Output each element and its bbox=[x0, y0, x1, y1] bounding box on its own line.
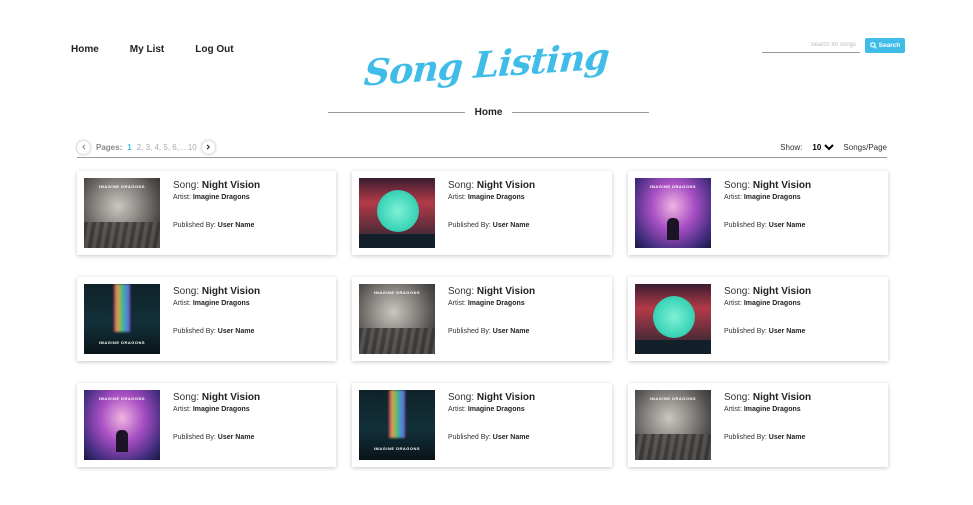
song-info: Song: Night Vision Artist: Imagine Drago… bbox=[448, 178, 535, 248]
song-card[interactable]: IMAGINE DRAGONS Song: Night Vision Artis… bbox=[77, 277, 336, 361]
song-card[interactable]: Song: Night Vision Artist: Imagine Drago… bbox=[352, 171, 612, 255]
song-info: Song: Night Vision Artist: Imagine Drago… bbox=[173, 284, 260, 354]
album-cover: IMAGINE DRAGONS bbox=[84, 390, 160, 460]
cover-band-text: IMAGINE DRAGONS bbox=[98, 396, 146, 401]
search-button[interactable]: Search bbox=[865, 38, 905, 53]
song-info: Song: Night Vision Artist: Imagine Drago… bbox=[448, 284, 535, 354]
album-cover: IMAGINE DRAGONS bbox=[84, 178, 160, 248]
album-cover: IMAGINE DRAGONS bbox=[84, 284, 160, 354]
next-page-button[interactable] bbox=[201, 140, 215, 154]
album-cover bbox=[359, 178, 435, 248]
album-cover: IMAGINE DRAGONS bbox=[635, 390, 711, 460]
song-publisher: Published By: User Name bbox=[173, 434, 255, 441]
song-publisher: Published By: User Name bbox=[448, 434, 530, 441]
song-publisher: Published By: User Name bbox=[448, 222, 530, 229]
song-card[interactable]: IMAGINE DRAGONS Song: Night Vision Artis… bbox=[628, 383, 888, 467]
song-publisher: Published By: User Name bbox=[724, 434, 806, 441]
song-info: Song: Night Vision Artist: Imagine Drago… bbox=[724, 178, 811, 248]
pagination-bar: Pages: 1 2, 3, 4, 5, 6,... 10 Show: 10 S… bbox=[77, 138, 887, 158]
cover-band-text: IMAGINE DRAGONS bbox=[649, 184, 697, 189]
song-artist: Artist: Imagine Dragons bbox=[173, 194, 250, 201]
song-artist: Artist: Imagine Dragons bbox=[724, 406, 801, 413]
cover-band-text: IMAGINE DRAGONS bbox=[98, 184, 146, 189]
song-artist: Artist: Imagine Dragons bbox=[448, 406, 525, 413]
page-size: Show: 10 Songs/Page bbox=[780, 141, 887, 153]
album-cover bbox=[635, 284, 711, 354]
breadcrumb-divider-left bbox=[328, 112, 465, 113]
song-card[interactable]: Song: Night Vision Artist: Imagine Drago… bbox=[628, 277, 888, 361]
song-card[interactable]: IMAGINE DRAGONS Song: Night Vision Artis… bbox=[352, 383, 612, 467]
song-title: Song: Night Vision bbox=[173, 392, 261, 403]
song-publisher: Published By: User Name bbox=[173, 328, 255, 335]
song-title: Song: Night Vision bbox=[448, 392, 536, 403]
pages-label: Pages: bbox=[96, 142, 123, 152]
song-grid: IMAGINE DRAGONS Song: Night Vision Artis… bbox=[77, 171, 889, 467]
song-info: Song: Night Vision Artist: Imagine Drago… bbox=[173, 178, 260, 248]
album-cover: IMAGINE DRAGONS bbox=[635, 178, 711, 248]
song-card[interactable]: IMAGINE DRAGONS Song: Night Vision Artis… bbox=[628, 171, 888, 255]
cover-band-text: IMAGINE DRAGONS bbox=[373, 446, 421, 451]
song-artist: Artist: Imagine Dragons bbox=[173, 406, 250, 413]
chevron-left-icon bbox=[81, 144, 85, 150]
song-info: Song: Night Vision Artist: Imagine Drago… bbox=[724, 390, 811, 460]
song-artist: Artist: Imagine Dragons bbox=[724, 300, 801, 307]
cover-band-text: IMAGINE DRAGONS bbox=[98, 340, 146, 345]
page-size-select[interactable]: 10 bbox=[808, 141, 838, 153]
search-bar: Search bbox=[762, 38, 905, 53]
show-label: Show: bbox=[780, 142, 803, 152]
album-cover: IMAGINE DRAGONS bbox=[359, 284, 435, 354]
pagination: Pages: 1 2, 3, 4, 5, 6,... 10 bbox=[77, 140, 215, 154]
search-button-label: Search bbox=[878, 42, 901, 49]
song-title: Song: Night Vision bbox=[724, 180, 812, 191]
song-artist: Artist: Imagine Dragons bbox=[448, 300, 525, 307]
song-card[interactable]: IMAGINE DRAGONS Song: Night Vision Artis… bbox=[77, 171, 336, 255]
search-input[interactable] bbox=[762, 38, 860, 53]
song-publisher: Published By: User Name bbox=[724, 328, 806, 335]
song-title: Song: Night Vision bbox=[448, 286, 536, 297]
chevron-right-icon bbox=[206, 144, 211, 150]
song-publisher: Published By: User Name bbox=[448, 328, 530, 335]
song-info: Song: Night Vision Artist: Imagine Drago… bbox=[724, 284, 811, 354]
song-title: Song: Night Vision bbox=[724, 392, 812, 403]
song-title: Song: Night Vision bbox=[448, 180, 536, 191]
song-card[interactable]: IMAGINE DRAGONS Song: Night Vision Artis… bbox=[352, 277, 612, 361]
song-publisher: Published By: User Name bbox=[173, 222, 255, 229]
breadcrumb-divider-right bbox=[512, 112, 650, 113]
song-title: Song: Night Vision bbox=[173, 286, 261, 297]
song-publisher: Published By: User Name bbox=[724, 222, 806, 229]
song-artist: Artist: Imagine Dragons bbox=[724, 194, 801, 201]
breadcrumb: Home bbox=[328, 107, 650, 118]
prev-page-button[interactable] bbox=[77, 140, 90, 154]
song-info: Song: Night Vision Artist: Imagine Drago… bbox=[448, 390, 535, 460]
song-title: Song: Night Vision bbox=[724, 286, 812, 297]
song-title: Song: Night Vision bbox=[173, 180, 261, 191]
logo-text: Song Listing bbox=[362, 35, 611, 95]
song-artist: Artist: Imagine Dragons bbox=[173, 300, 250, 307]
page-links[interactable]: 2, 3, 4, 5, 6,... 10 bbox=[137, 143, 197, 152]
breadcrumb-label: Home bbox=[474, 107, 503, 118]
search-icon bbox=[869, 42, 877, 49]
cover-band-text: IMAGINE DRAGONS bbox=[373, 290, 421, 295]
songs-per-page-label: Songs/Page bbox=[843, 142, 887, 152]
song-card[interactable]: IMAGINE DRAGONS Song: Night Vision Artis… bbox=[77, 383, 336, 467]
album-cover: IMAGINE DRAGONS bbox=[359, 390, 435, 460]
song-artist: Artist: Imagine Dragons bbox=[448, 194, 525, 201]
song-info: Song: Night Vision Artist: Imagine Drago… bbox=[173, 390, 260, 460]
cover-band-text: IMAGINE DRAGONS bbox=[649, 396, 697, 401]
page-current[interactable]: 1 bbox=[127, 143, 131, 152]
